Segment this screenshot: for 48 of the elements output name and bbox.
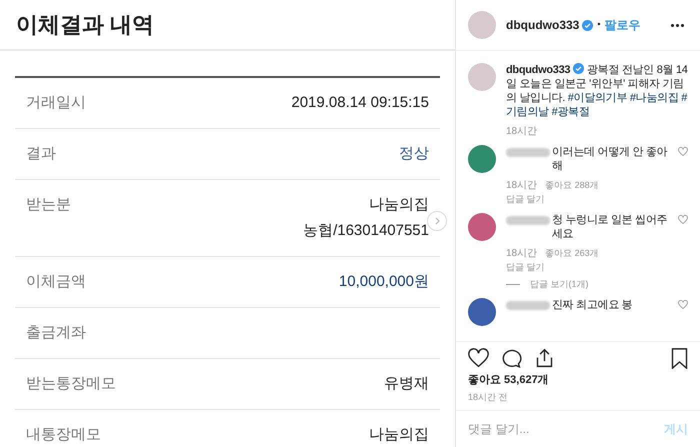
timestamp: 18시간 [506,179,538,193]
more-options-icon[interactable] [671,24,684,26]
field-value: 10,000,000원 [338,272,429,292]
field-value: 유병재 [384,374,429,394]
field-value: 나눔의집 [369,425,429,445]
field-label: 받는분 [26,195,71,215]
follow-link[interactable]: 팔로우 [604,16,640,34]
chevron-right-icon [433,217,441,225]
field-label: 내통장메모 [26,425,101,445]
like-heart-icon[interactable] [468,348,489,369]
avatar[interactable] [468,298,496,326]
like-count[interactable]: 좋아요 263개 [545,246,599,260]
comment-text: 이러는데 어떻게 안 좋아해 [552,145,668,173]
comment-input-field[interactable]: 댓글 달기... [468,420,664,438]
comment-text: 진짜 최고에요 봉 [552,298,634,312]
field-value: 나눔의집 [369,195,429,215]
page-title: 이체결과 내역 [16,11,154,39]
post-time: 18시간 전 [468,390,509,404]
field-value: 2019.08.14 09:15:15 [291,93,429,113]
comment-text: 청 누렁니로 일본 씹어주세요 [552,212,668,240]
separator-dot: • [597,18,600,32]
reply-link[interactable]: 답글 달기 [506,193,688,206]
heart-icon[interactable] [678,300,688,308]
speech-bubble-icon[interactable] [501,348,522,369]
field-label: 결과 [26,144,56,164]
username[interactable]: dbqudwo333 [506,16,580,34]
field-label: 받는통장메모 [26,374,116,394]
heart-icon[interactable] [678,147,688,156]
field-value: 농협/16301407551 [303,221,429,241]
post-like-count[interactable]: 좋아요 53,627개 [468,372,688,388]
reply-link[interactable]: 답글 달기 [506,260,688,274]
field-label: 출금계좌 [26,323,86,343]
field-label: 거래일시 [26,93,86,113]
share-icon[interactable] [534,348,555,369]
bookmark-icon[interactable] [671,348,688,369]
blurred-username [506,216,550,224]
timestamp: 18시간 [506,125,538,139]
like-count[interactable]: 좋아요 288개 [545,179,599,192]
blurred-username [506,148,550,157]
field-label: 이체금액 [26,272,86,292]
view-replies-link[interactable]: 답글 보기(1개) [530,278,588,292]
avatar[interactable] [468,212,496,240]
field-value: 정상 [399,144,429,164]
heart-icon[interactable] [678,214,688,224]
blurred-username [506,300,550,310]
caption-text: dbqudwo333 광복절 전날인 8월 14일 오늘은 일본군 '위안부' 피해자 기림의 날입니다. #이달의기부 #나눔의집 #기림의날 #광복절 [506,63,688,119]
timestamp: 18시간 [506,246,538,260]
avatar[interactable] [468,145,496,173]
